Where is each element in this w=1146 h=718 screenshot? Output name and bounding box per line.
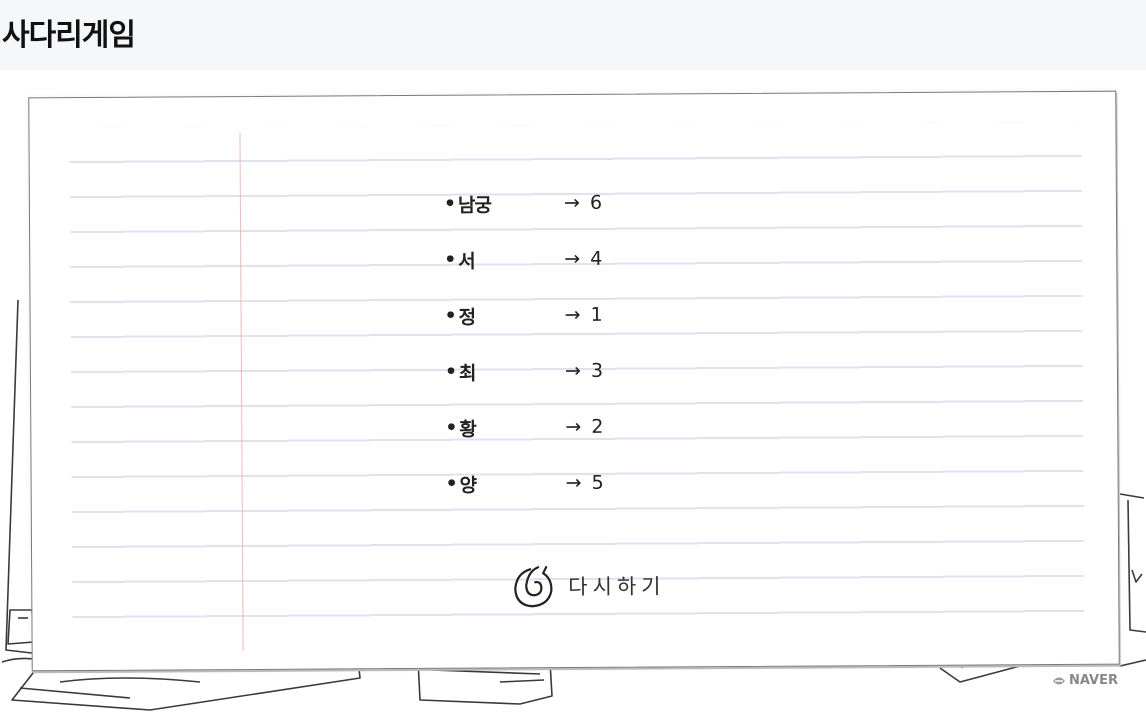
- arrow-icon: →: [563, 191, 580, 215]
- player-name: 황: [459, 418, 476, 441]
- arrow-icon: →: [564, 359, 581, 383]
- arrow-icon: →: [564, 303, 581, 327]
- player-name: 남궁: [457, 194, 491, 217]
- retry-swirl-icon: [514, 566, 553, 608]
- retry-label: 다시하기: [568, 574, 666, 600]
- arrow-icon: →: [565, 471, 582, 495]
- result-row: • 양 → 5: [445, 454, 685, 511]
- game-stage: • 남궁 → 6 • 서 → 4 • 정 → 1 • 최 → 3 • 황 → 2…: [0, 70, 1146, 718]
- player-name: 최: [458, 362, 476, 385]
- result-row: • 최 → 3: [445, 342, 685, 399]
- bullet: •: [444, 360, 458, 383]
- player-name: 정: [458, 306, 476, 329]
- page-title: 사다리게임: [2, 18, 136, 53]
- title-bar: 사다리게임: [0, 0, 1146, 66]
- result-row: • 황 → 2: [445, 398, 685, 455]
- bullet: •: [443, 192, 457, 215]
- result-number: 3: [590, 359, 604, 382]
- result-paper: • 남궁 → 6 • 서 → 4 • 정 → 1 • 최 → 3 • 황 → 2…: [28, 90, 1120, 672]
- result-number: 5: [591, 471, 604, 494]
- bullet: •: [445, 416, 458, 439]
- naver-logo: NAVER: [1052, 673, 1118, 688]
- player-name: 서: [458, 250, 475, 273]
- bullet: •: [445, 472, 458, 495]
- naver-logo-text: NAVER: [1068, 673, 1118, 688]
- result-row: • 정 → 1: [444, 286, 684, 343]
- arrow-icon: →: [564, 247, 581, 271]
- bullet: •: [444, 248, 457, 271]
- result-row: • 서 → 4: [444, 230, 684, 287]
- result-list: • 남궁 → 6 • 서 → 4 • 정 → 1 • 최 → 3 • 황 → 2…: [444, 174, 686, 511]
- result-number: 1: [590, 303, 603, 326]
- result-number: 4: [590, 247, 603, 270]
- result-number: 2: [591, 415, 604, 438]
- player-name: 양: [459, 474, 477, 497]
- result-row: • 남궁 → 6: [444, 174, 684, 231]
- naver-mark-icon: [1052, 677, 1065, 684]
- bullet: •: [444, 304, 457, 327]
- retry-button[interactable]: 다시하기: [510, 558, 666, 613]
- result-number: 6: [589, 191, 603, 214]
- arrow-icon: →: [565, 415, 582, 439]
